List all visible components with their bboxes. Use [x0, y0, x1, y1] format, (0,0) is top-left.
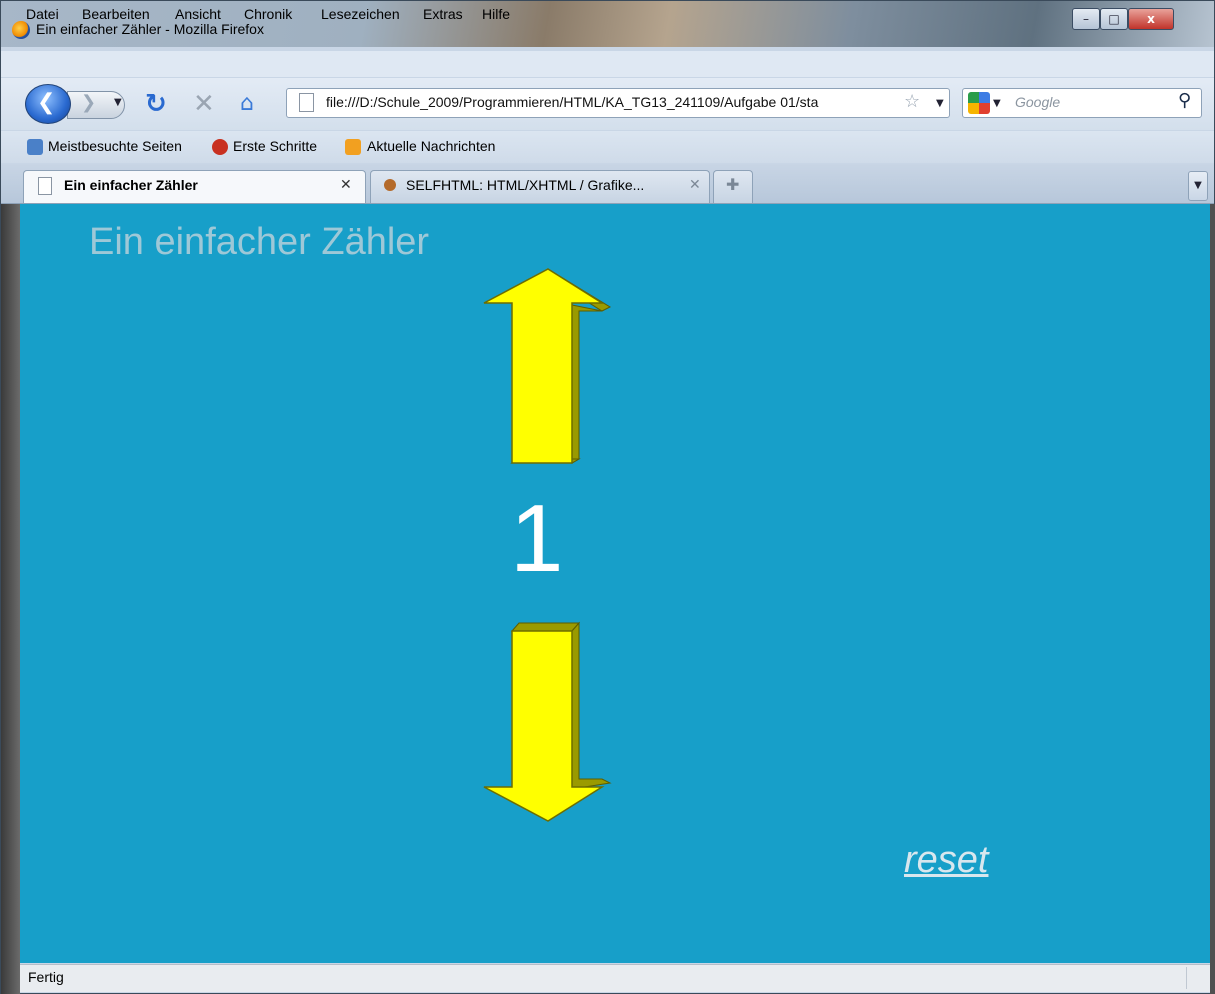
menu-hilfe[interactable]: Hilfe	[482, 6, 510, 22]
status-text: Fertig	[28, 969, 64, 985]
page-icon	[38, 177, 52, 195]
menu-extras[interactable]: Extras	[423, 6, 463, 22]
forward-arrow-icon: ❯	[81, 92, 97, 113]
close-window-button[interactable]: x	[1128, 8, 1174, 30]
window-title: Ein einfacher Zähler - Mozilla Firefox	[36, 21, 264, 37]
menu-chronik[interactable]: Chronik	[244, 6, 292, 22]
plus-icon: ✚	[726, 175, 740, 194]
menu-ansicht[interactable]: Ansicht	[175, 6, 221, 22]
tab-label: Ein einfacher Zähler	[64, 177, 198, 193]
getting-started-icon	[212, 139, 228, 155]
page-icon	[299, 93, 314, 112]
search-input[interactable]: Google	[1015, 94, 1060, 110]
tab-label: SELFHTML: HTML/XHTML / Grafike...	[406, 177, 645, 193]
google-icon[interactable]	[968, 92, 990, 114]
window-frame	[1, 204, 20, 994]
history-dropdown-icon[interactable]: ▼	[114, 97, 122, 108]
bookmark-latest-headlines[interactable]: Aktuelle Nachrichten	[367, 138, 495, 154]
bookmark-most-visited[interactable]: Meistbesuchte Seiten	[48, 138, 182, 154]
bookmark-getting-started[interactable]: Erste Schritte	[233, 138, 317, 154]
window-frame	[1210, 204, 1215, 994]
back-arrow-icon: ❮	[37, 90, 56, 115]
most-visited-icon	[27, 139, 43, 155]
firefox-icon	[12, 21, 30, 39]
close-tab-icon[interactable]: ✕	[689, 177, 701, 193]
page-content: Ein einfacher Zähler 1 reset	[20, 204, 1210, 963]
menu-bar	[1, 51, 1214, 77]
minimize-button[interactable]: –	[1072, 8, 1100, 30]
stop-icon[interactable]: ✕	[193, 89, 215, 119]
menu-datei[interactable]: Datei	[26, 6, 59, 22]
counter-value: 1	[510, 485, 564, 592]
resize-grip[interactable]	[1186, 967, 1207, 989]
arrow-up-icon[interactable]	[482, 267, 614, 467]
reload-icon[interactable]: ↻	[145, 89, 167, 119]
page-title: Ein einfacher Zähler	[89, 221, 430, 263]
reset-link[interactable]: reset	[904, 839, 988, 882]
arrow-down-icon[interactable]	[482, 621, 614, 823]
rss-feed-icon	[345, 139, 361, 155]
tab-list-button[interactable]: ▼	[1188, 171, 1208, 201]
selfhtml-favicon	[384, 179, 396, 191]
magnifier-icon[interactable]: ⚲	[1178, 90, 1191, 111]
maximize-button[interactable]: □	[1100, 8, 1128, 30]
status-bar	[20, 964, 1210, 992]
menu-lesezeichen[interactable]: Lesezeichen	[321, 6, 400, 22]
star-icon[interactable]: ☆	[904, 91, 920, 112]
menu-bearbeiten[interactable]: Bearbeiten	[82, 6, 150, 22]
url-dropdown-icon[interactable]: ▼	[936, 98, 944, 109]
close-tab-icon[interactable]: ✕	[340, 177, 352, 193]
bookmarks-toolbar	[1, 131, 1214, 163]
browser-window: Ein einfacher Zähler - Mozilla Firefox –…	[0, 0, 1215, 994]
url-input[interactable]: file:///D:/Schule_2009/Programmieren/HTM…	[326, 94, 901, 110]
search-engine-dropdown-icon[interactable]: ▼	[993, 98, 1001, 109]
home-icon[interactable]: ⌂	[240, 91, 254, 116]
